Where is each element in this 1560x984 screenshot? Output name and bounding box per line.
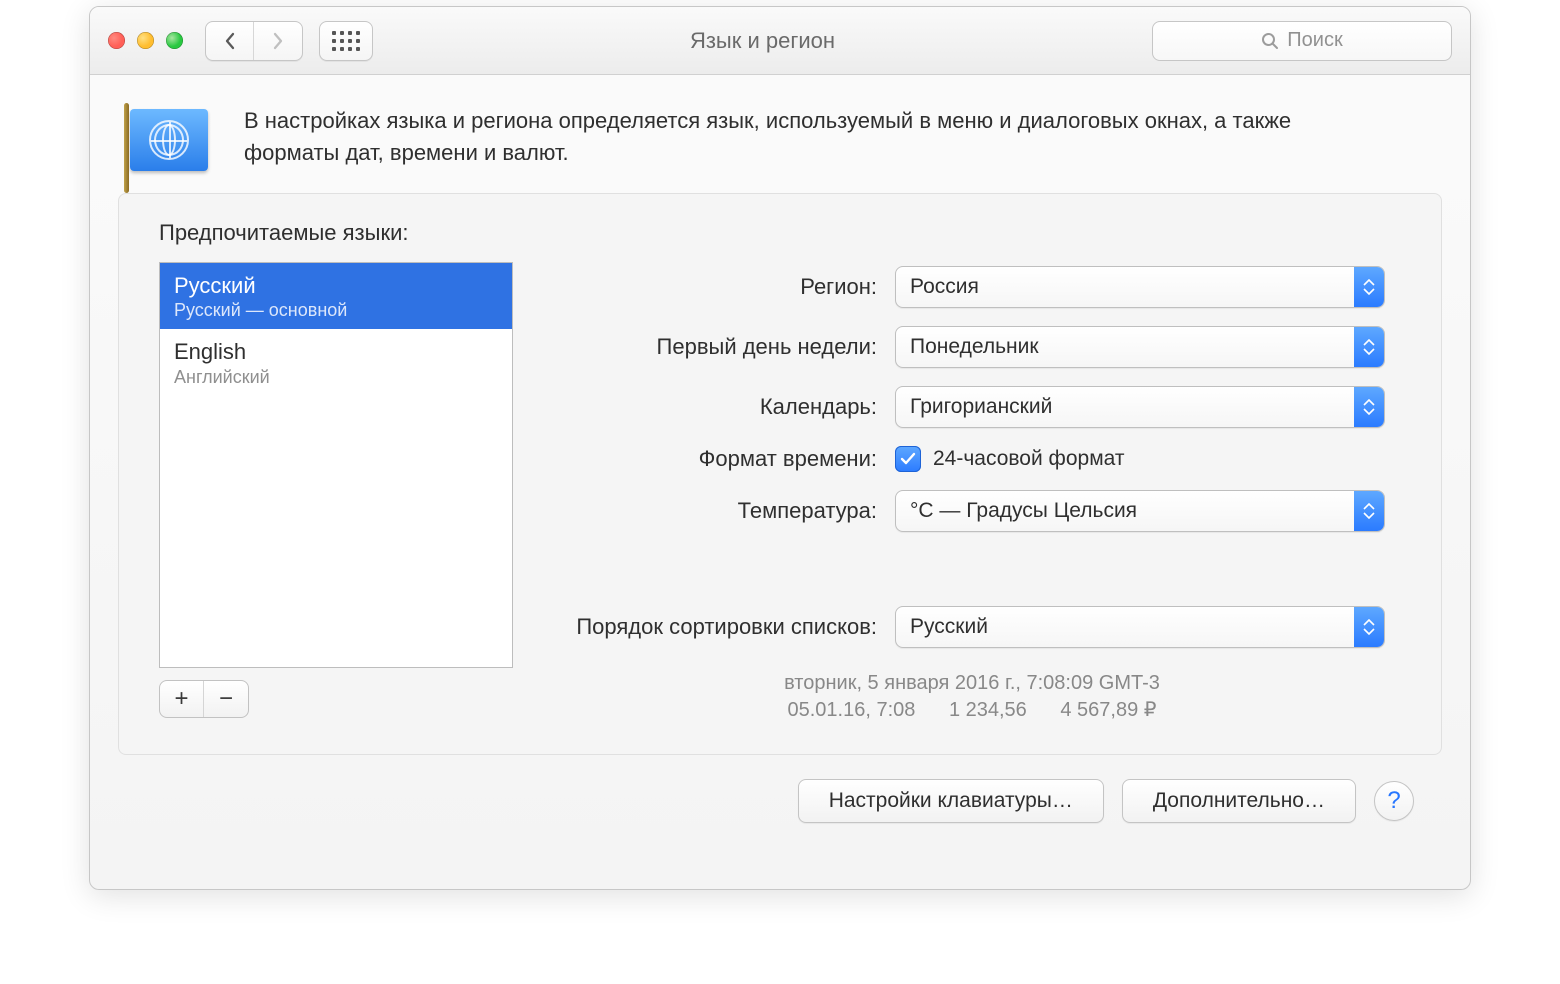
chevron-up-down-icon <box>1354 387 1384 427</box>
first-day-popup[interactable]: Понедельник <box>895 326 1385 368</box>
chevron-up-down-icon <box>1354 607 1384 647</box>
calendar-popup[interactable]: Григорианский <box>895 386 1385 428</box>
region-value: Россия <box>910 275 979 299</box>
format-settings: Регион: Россия Первый день недели: Понед… <box>559 262 1385 722</box>
minimize-window-icon[interactable] <box>137 32 154 49</box>
temperature-value: °C — Градусы Цельсия <box>910 499 1137 523</box>
chevron-up-down-icon <box>1354 327 1384 367</box>
system-preferences-window: Язык и регион Поиск В настройках языка и… <box>89 6 1471 890</box>
sort-order-popup[interactable]: Русский <box>895 606 1385 648</box>
language-name: Русский <box>174 273 498 298</box>
preferred-languages-label: Предпочитаемые языки: <box>159 220 1385 246</box>
chevron-up-down-icon <box>1354 491 1384 531</box>
maximize-window-icon[interactable] <box>166 32 183 49</box>
show-all-button[interactable] <box>319 21 373 61</box>
footer: Настройки клавиатуры… Дополнительно… ? <box>90 779 1470 823</box>
calendar-label: Календарь: <box>559 394 895 420</box>
checkmark-icon <box>900 452 916 466</box>
language-region-icon <box>130 109 208 171</box>
search-placeholder: Поиск <box>1287 29 1342 52</box>
settings-panel: Предпочитаемые языки: Русский Русский — … <box>118 193 1442 755</box>
sort-order-label: Порядок сортировки списков: <box>559 614 895 640</box>
temperature-label: Температура: <box>559 498 895 524</box>
format-example-line1: вторник, 5 января 2016 г., 7:08:09 GMT-3 <box>559 672 1385 695</box>
chevron-up-down-icon <box>1354 267 1384 307</box>
time-format-label: Формат времени: <box>559 446 895 472</box>
add-remove-segment: + − <box>159 680 249 718</box>
example-currency: 4 567,89 ₽ <box>1046 697 1170 722</box>
remove-language-button[interactable]: − <box>204 681 248 717</box>
calendar-value: Григорианский <box>910 395 1052 419</box>
format-example-line2: 05.01.16, 7:08 1 234,56 4 567,89 ₽ <box>559 697 1385 722</box>
first-day-value: Понедельник <box>910 335 1039 359</box>
example-date-short: 05.01.16, 7:08 <box>773 699 929 722</box>
grid-icon <box>332 31 360 51</box>
search-field[interactable]: Поиск <box>1152 21 1452 61</box>
list-item[interactable]: English Английский <box>160 329 512 395</box>
forward-button[interactable] <box>254 22 302 60</box>
language-subtitle: Русский — основной <box>174 300 498 321</box>
close-window-icon[interactable] <box>108 32 125 49</box>
example-number: 1 234,56 <box>935 699 1041 722</box>
keyboard-settings-button[interactable]: Настройки клавиатуры… <box>798 779 1104 823</box>
language-name: English <box>174 339 498 364</box>
first-day-label: Первый день недели: <box>559 334 895 360</box>
list-item[interactable]: Русский Русский — основной <box>160 263 512 329</box>
languages-column: Русский Русский — основной English Англи… <box>159 262 513 718</box>
sort-order-value: Русский <box>910 615 988 639</box>
region-label: Регион: <box>559 274 895 300</box>
help-button[interactable]: ? <box>1374 781 1414 821</box>
advanced-button[interactable]: Дополнительно… <box>1122 779 1356 823</box>
language-subtitle: Английский <box>174 367 498 388</box>
time-format-checkbox[interactable] <box>895 446 921 472</box>
nav-back-forward <box>205 21 303 61</box>
add-language-button[interactable]: + <box>160 681 204 717</box>
intro-text: В настройках языка и региона определяетс… <box>244 105 1374 169</box>
back-button[interactable] <box>206 22 254 60</box>
titlebar: Язык и регион Поиск <box>90 7 1470 75</box>
languages-list[interactable]: Русский Русский — основной English Англи… <box>159 262 513 668</box>
region-popup[interactable]: Россия <box>895 266 1385 308</box>
time-format-value: 24-часовой формат <box>933 447 1124 471</box>
temperature-popup[interactable]: °C — Градусы Цельсия <box>895 490 1385 532</box>
intro-section: В настройках языка и региона определяетс… <box>90 75 1470 193</box>
window-title: Язык и регион <box>389 28 1136 54</box>
window-controls <box>108 32 183 49</box>
search-icon <box>1261 32 1279 50</box>
